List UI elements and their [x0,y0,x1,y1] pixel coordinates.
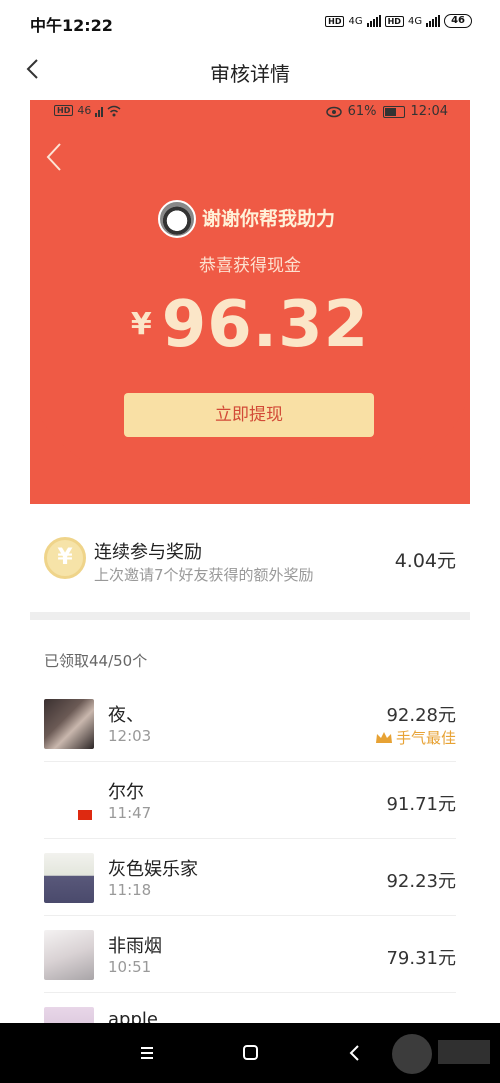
hd-icon: HD [325,15,345,27]
record-name: 尔尔 [108,782,144,803]
avatar [44,853,94,903]
received-summary: 已领取44/50个 [44,652,148,670]
inner-hd-icon: HD [54,105,74,116]
record-time: 11:47 [108,804,152,822]
record-name: 夜、 [108,705,144,726]
amount-row: ¥96.32 [0,288,500,362]
list-item[interactable]: 夜、 12:03 92.28元 手气最佳 [44,685,456,762]
inner-signal-label: 46 [77,104,92,117]
eye-icon [325,106,342,117]
status-icons: HD 4G HD 4G 46 [325,14,472,28]
bonus-amount: 4.04元 [394,550,456,572]
record-amount: 92.28元 [386,705,456,726]
avatar [44,699,94,749]
cash-amount: 96.32 [161,288,370,362]
withdraw-button[interactable]: 立即提现 [124,393,374,437]
status-time: 中午12:22 [30,16,113,35]
inner-time: 12:04 [410,104,448,119]
inner-back-button[interactable] [42,140,66,183]
list-item[interactable]: 非雨烟 10:51 79.31元 [44,916,456,993]
section-divider [30,612,470,620]
title-bar: 审核详情 [0,44,500,98]
bonus-subtitle: 上次邀请7个好友获得的额外奖励 [94,566,314,584]
best-luck-badge: 手气最佳 [375,727,456,748]
network-type: 4G [348,15,363,27]
inner-signal-icon [95,105,104,117]
record-amount: 79.31元 [386,948,456,969]
list-item[interactable]: 灰色娱乐家 11:18 92.23元 [44,839,456,916]
home-icon[interactable] [235,1041,265,1065]
signal-icon [366,15,381,27]
page-title: 审核详情 [210,62,290,86]
status-bar: 中午12:22 HD 4G HD 4G 46 [0,0,500,44]
bonus-title: 连续参与奖励 [94,542,202,563]
back-icon[interactable] [340,1041,370,1065]
inner-battery-percent: 61% [347,104,377,119]
record-name: 非雨烟 [108,936,162,957]
sender-avatar [158,200,196,238]
record-amount: 92.23元 [386,871,456,892]
flag-icon [78,810,92,820]
currency-symbol: ¥ [130,307,152,342]
crown-icon [375,731,392,743]
hd-icon-2: HD [384,15,404,27]
chevron-left-icon [46,143,61,171]
signal-icon-2 [426,15,441,27]
coin-icon: ¥ [44,537,86,579]
sender-message: 谢谢你帮我助力 [202,208,336,230]
record-time: 10:51 [108,958,152,976]
inner-status-right: 61% 12:04 [325,104,448,119]
record-amount: 91.71元 [386,794,456,815]
watermark-logo [390,1030,494,1080]
inner-status-left: HD 46 [54,104,121,117]
menu-icon[interactable] [132,1041,162,1065]
network-type-2: 4G [407,15,423,27]
record-name: 灰色娱乐家 [108,859,198,880]
inner-battery-icon [382,105,405,118]
record-time: 12:03 [108,727,152,745]
list-item[interactable]: 尔尔 11:47 91.71元 [44,762,456,839]
congrats-text: 恭喜获得现金 [199,256,301,276]
battery-icon: 46 [444,14,472,28]
avatar [44,930,94,980]
wifi-icon [107,105,121,116]
best-luck-label: 手气最佳 [395,729,456,747]
record-time: 11:18 [108,881,152,899]
